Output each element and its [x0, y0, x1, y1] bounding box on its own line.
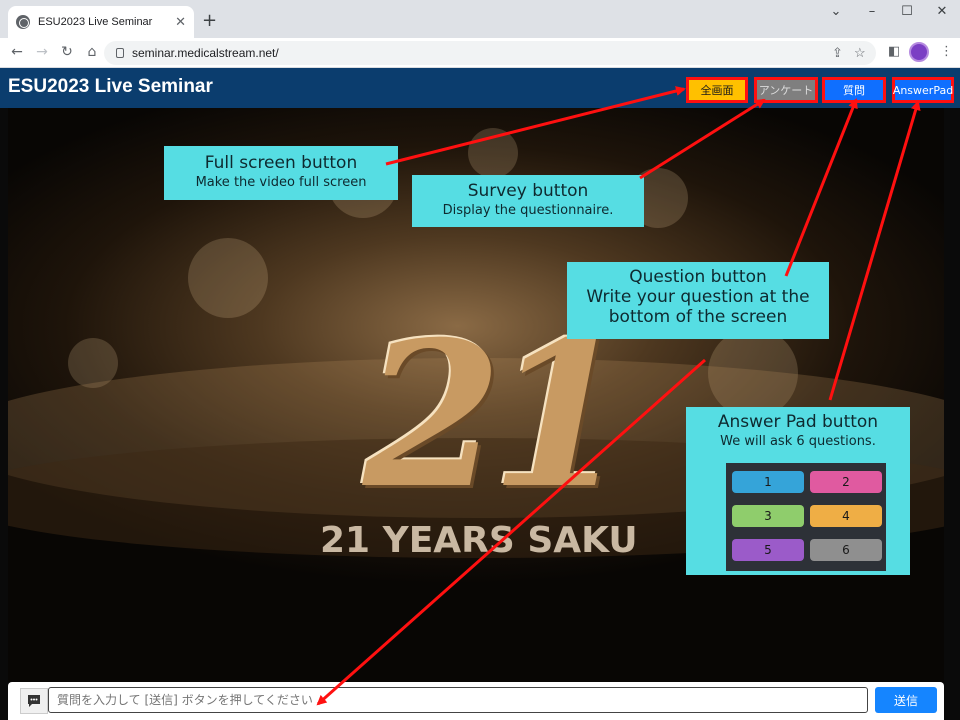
callout-question-title: Question button [629, 267, 767, 287]
address-bar[interactable]: seminar.medicalstream.net/ ⇪ ☆ [104, 41, 876, 65]
answer-key-3: 3 [732, 505, 804, 527]
callout-fullscreen: Full screen button Make the video full s… [164, 146, 398, 200]
fullscreen-button[interactable]: 全画面 [686, 77, 748, 103]
forward-arrow-icon[interactable]: → [33, 44, 51, 60]
globe-icon [16, 15, 30, 29]
address-text: seminar.medicalstream.net/ [132, 46, 279, 60]
answer-key-1: 1 [732, 471, 804, 493]
callout-survey-desc: Display the questionnaire. [442, 203, 614, 218]
browser-tab-strip: ESU2023 Live Seminar ✕ + ⌄ – ☐ ✕ [0, 0, 960, 38]
callout-question-line2: Write your question at the [586, 287, 810, 307]
callout-answerpad-title: Answer Pad button [717, 412, 879, 432]
app-header: ESU2023 Live Seminar 全画面 アンケート 質問 Answer… [0, 68, 960, 108]
callout-question: Question button Write your question at t… [567, 262, 829, 339]
tab-title: ESU2023 Live Seminar [38, 16, 153, 28]
profile-avatar[interactable] [909, 42, 929, 62]
reload-icon[interactable]: ↻ [58, 44, 76, 60]
minimize-button[interactable]: – [862, 4, 882, 19]
answer-key-2: 2 [810, 471, 882, 493]
question-bar: 送信 [8, 682, 944, 720]
callout-question-line3: bottom of the screen [608, 307, 788, 327]
video-caption: 21 YEARS SAKU [320, 520, 638, 561]
browser-toolbar: ← → ↻ ⌂ seminar.medicalstream.net/ ⇪ ☆ ◧… [0, 38, 960, 68]
side-panel-icon[interactable]: ◧ [888, 44, 900, 59]
answer-pad-preview: 1 2 3 4 5 6 [726, 463, 886, 571]
callout-survey-title: Survey button [467, 181, 589, 201]
chat-bubble-icon [20, 688, 48, 714]
maximize-button[interactable]: ☐ [897, 4, 917, 19]
answer-key-4: 4 [810, 505, 882, 527]
callout-fullscreen-title: Full screen button [204, 153, 358, 173]
back-arrow-icon[interactable]: ← [8, 44, 26, 60]
callout-survey: Survey button Display the questionnaire. [412, 175, 644, 227]
answerpad-button[interactable]: AnswerPad [892, 77, 954, 103]
answer-key-6: 6 [810, 539, 882, 561]
page-title: ESU2023 Live Seminar [8, 76, 213, 97]
menu-kebab-icon[interactable]: ⋮ [940, 44, 953, 59]
browser-tab[interactable]: ESU2023 Live Seminar ✕ [8, 6, 194, 38]
tab-search-icon[interactable]: ⌄ [826, 4, 846, 19]
answer-key-5: 5 [732, 539, 804, 561]
tab-close-icon[interactable]: ✕ [175, 15, 186, 30]
close-window-button[interactable]: ✕ [932, 4, 952, 19]
survey-button[interactable]: アンケート [754, 77, 818, 103]
question-button[interactable]: 質問 [822, 77, 886, 103]
new-tab-button[interactable]: + [202, 10, 217, 31]
bokeh-light [188, 238, 268, 318]
callout-answerpad-desc: We will ask 6 questions. [720, 434, 876, 449]
share-icon[interactable]: ⇪ [832, 45, 843, 61]
question-input[interactable] [48, 687, 868, 713]
home-icon[interactable]: ⌂ [83, 44, 101, 60]
bokeh-light [468, 128, 518, 178]
bookmark-star-icon[interactable]: ☆ [854, 45, 866, 61]
lock-icon [116, 48, 124, 58]
send-button[interactable]: 送信 [875, 687, 937, 713]
callout-fullscreen-desc: Make the video full screen [195, 175, 367, 190]
